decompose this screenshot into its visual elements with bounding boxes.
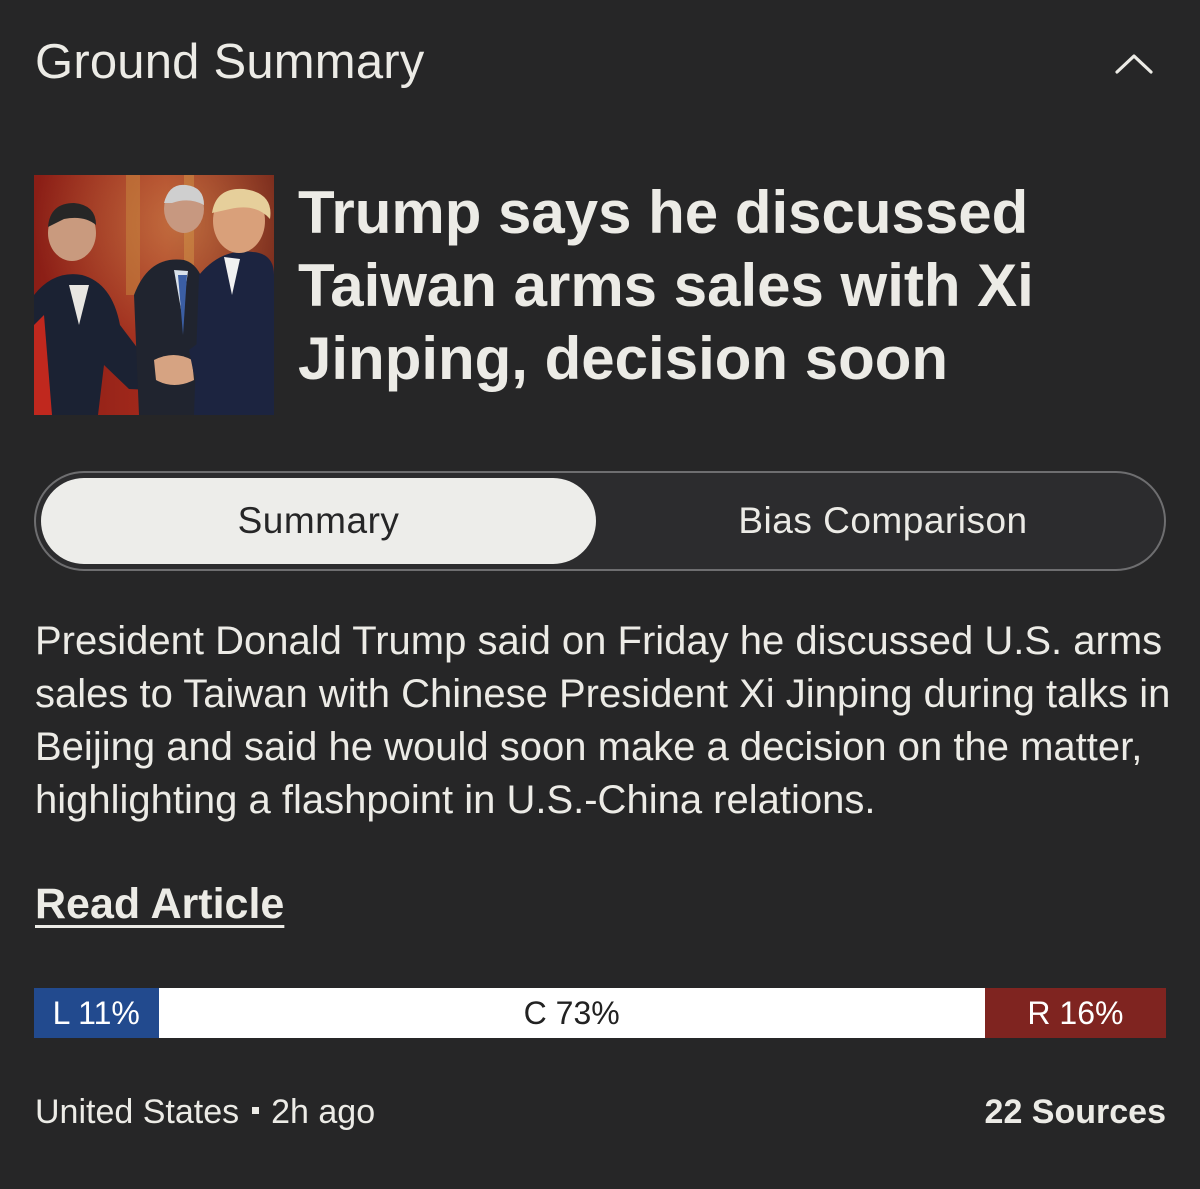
read-article-link[interactable]: Read Article — [35, 880, 284, 929]
view-toggle: Summary Bias Comparison — [34, 471, 1166, 571]
bias-right-segment: R 16% — [984, 988, 1166, 1038]
tab-summary[interactable]: Summary — [41, 478, 596, 564]
story-headline[interactable]: Trump says he discussed Taiwan arms sale… — [298, 176, 1168, 395]
tab-bias-comparison[interactable]: Bias Comparison — [602, 478, 1164, 564]
chevron-up-icon — [1115, 54, 1153, 74]
separator-dot — [252, 1106, 260, 1114]
bias-center-segment: C 73% — [158, 988, 985, 1038]
bias-distribution-bar[interactable]: L 11% C 73% R 16% — [34, 988, 1166, 1038]
story-photo — [34, 175, 274, 415]
story-thumbnail[interactable] — [34, 175, 274, 415]
section-title: Ground Summary — [35, 35, 425, 89]
story-location: United States — [35, 1093, 240, 1131]
story-meta: United States 2h ago — [35, 1093, 375, 1132]
story-time: 2h ago — [271, 1093, 376, 1131]
story-summary: President Donald Trump said on Friday he… — [35, 619, 1171, 822]
collapse-button[interactable] — [1108, 44, 1160, 84]
bias-left-segment: L 11% — [34, 988, 159, 1038]
sources-count-link[interactable]: 22 Sources — [985, 1093, 1166, 1132]
